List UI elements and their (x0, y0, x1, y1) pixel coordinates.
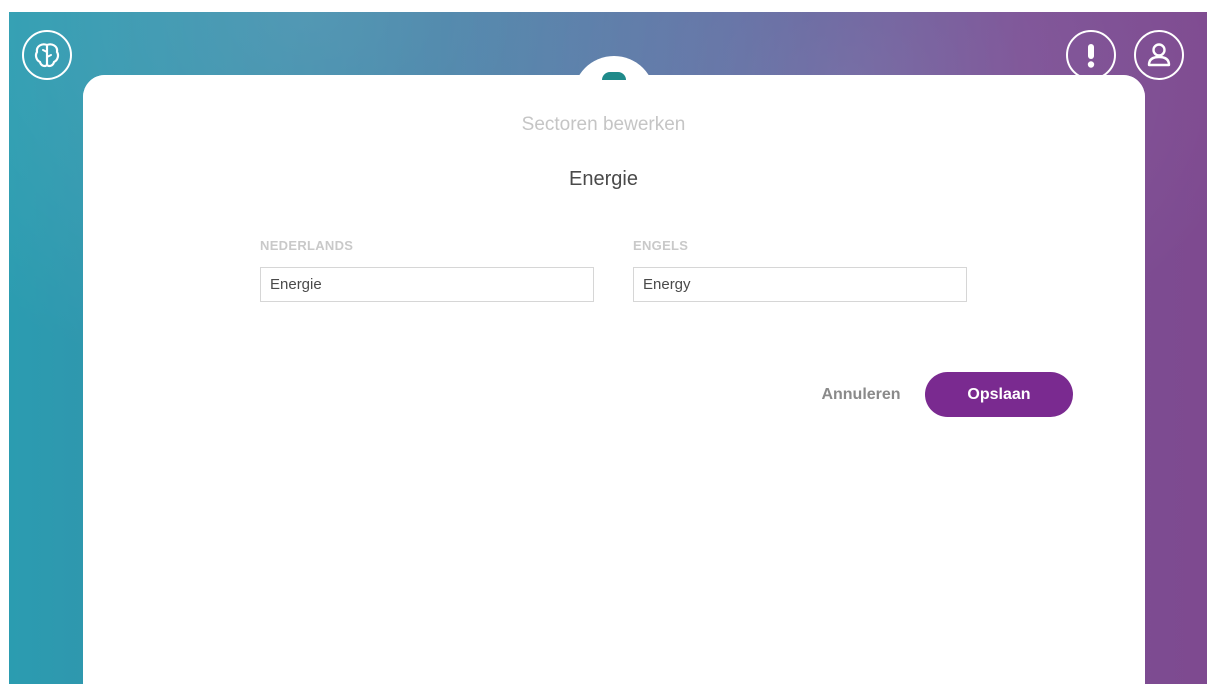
exclamation-icon (1087, 44, 1095, 68)
user-icon (1147, 43, 1171, 67)
page: Sectoren bewerken Energie NEDERLANDS ENG… (0, 0, 1207, 684)
dialog-title: Sectoren bewerken (521, 114, 686, 135)
dialog-top (83, 75, 1145, 115)
brain-logo-button[interactable] (22, 30, 72, 80)
english-name-input[interactable] (633, 267, 967, 302)
brain-icon (34, 43, 60, 68)
alert-button[interactable] (1066, 30, 1116, 80)
english-label: ENGELS (633, 238, 689, 253)
dialog-subtitle: Energie (569, 168, 638, 190)
dutch-label: NEDERLANDS (260, 238, 354, 253)
user-profile-button[interactable] (1134, 30, 1184, 80)
save-button[interactable]: Opslaan (925, 372, 1073, 417)
cancel-button[interactable]: Annuleren (812, 372, 910, 417)
badge-icon (602, 72, 626, 80)
dutch-name-input[interactable] (260, 267, 594, 302)
